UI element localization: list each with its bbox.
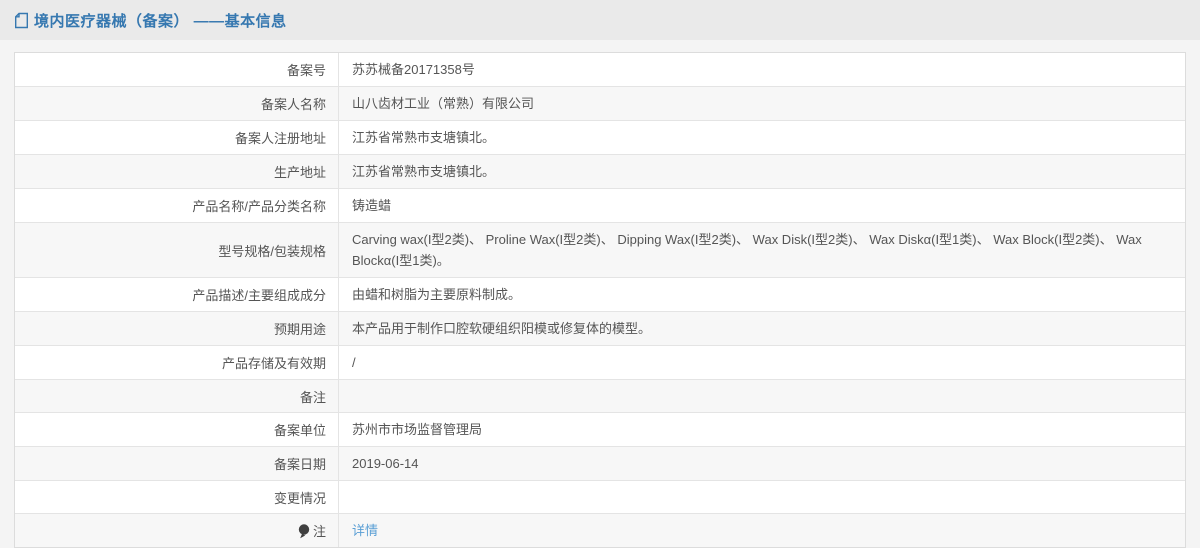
- row-label: 型号规格/包装规格: [15, 223, 339, 277]
- row-value-text: 本产品用于制作口腔软硬组织阳模或修复体的模型。: [352, 321, 652, 336]
- document-icon: [15, 12, 28, 28]
- row-value: 本产品用于制作口腔软硬组织阳模或修复体的模型。: [339, 312, 1185, 345]
- row-label-text: 备注: [299, 389, 326, 405]
- row-value-text: 江苏省常熟市支塘镇北。: [352, 164, 496, 179]
- row-value-text: Carving wax(I型2类)、 Proline Wax(I型2类)、 Di…: [352, 232, 1142, 268]
- row-label-text: 变更情况: [273, 490, 326, 506]
- row-label-text: 备案单位: [273, 423, 326, 438]
- row-label: 预期用途: [15, 312, 339, 345]
- row-value: Carving wax(I型2类)、 Proline Wax(I型2类)、 Di…: [339, 223, 1185, 277]
- table-row: 备案号 苏苏械备20171358号: [15, 53, 1185, 87]
- row-label-text: 型号规格/包装规格: [218, 243, 326, 259]
- row-label: 备案人注册地址: [15, 121, 339, 154]
- row-label: 备案人名称: [15, 87, 339, 120]
- table-row: 备注: [15, 380, 1185, 413]
- row-value: 由蜡和树脂为主要原料制成。: [339, 278, 1185, 311]
- table-row: 变更情况: [15, 481, 1185, 514]
- row-value: 铸造蜡: [339, 189, 1185, 222]
- row-label-text: 产品存储及有效期: [221, 356, 326, 371]
- row-value-text: 山八齿材工业（常熟）有限公司: [352, 96, 535, 111]
- row-value-text: 江苏省常熟市支塘镇北。: [352, 130, 496, 145]
- page-title: 境内医疗器械（备案） ——基本信息: [34, 12, 287, 30]
- row-value: 详情: [339, 514, 1185, 547]
- row-label: 备案单位: [15, 413, 339, 446]
- table-row: 产品描述/主要组成成分 由蜡和树脂为主要原料制成。: [15, 278, 1185, 312]
- row-label: 产品名称/产品分类名称: [15, 189, 339, 222]
- row-label: 产品存储及有效期: [15, 346, 339, 379]
- row-label: 变更情况: [15, 481, 339, 513]
- row-value-text: 苏苏械备20171358号: [352, 62, 475, 77]
- row-label: 备注: [15, 380, 339, 412]
- row-label-text: 备案人注册地址: [234, 131, 326, 146]
- table-row: 注 详情: [15, 514, 1185, 547]
- table-row: 备案人名称 山八齿材工业（常熟）有限公司: [15, 87, 1185, 121]
- row-value: 山八齿材工业（常熟）有限公司: [339, 87, 1185, 120]
- row-label: 备案日期: [15, 447, 339, 480]
- row-label-text: 产品名称/产品分类名称: [192, 199, 326, 214]
- table-row: 产品名称/产品分类名称 铸造蜡: [15, 189, 1185, 223]
- row-label-text: 预期用途: [273, 322, 326, 337]
- row-value: 江苏省常熟市支塘镇北。: [339, 121, 1185, 154]
- row-value-text: 2019-06-14: [352, 456, 419, 471]
- table-row: 备案单位 苏州市市场监督管理局: [15, 413, 1185, 447]
- row-value: 苏苏械备20171358号: [339, 53, 1185, 86]
- row-label: 注: [15, 514, 339, 547]
- row-value-text: 铸造蜡: [352, 198, 392, 213]
- row-value: 2019-06-14: [339, 447, 1185, 480]
- row-label-text: 注: [312, 524, 326, 539]
- row-label: 产品描述/主要组成成分: [15, 278, 339, 311]
- row-value: /: [339, 346, 1185, 379]
- details-link[interactable]: 详情: [352, 520, 378, 541]
- page-header: 境内医疗器械（备案） ——基本信息: [0, 0, 1200, 40]
- row-label: 生产地址: [15, 155, 339, 188]
- table-row: 备案人注册地址 江苏省常熟市支塘镇北。: [15, 121, 1185, 155]
- row-value: 苏州市市场监督管理局: [339, 413, 1185, 446]
- row-label-text: 备案号: [286, 63, 326, 78]
- row-value-text: 苏州市市场监督管理局: [352, 422, 483, 437]
- row-label-text: 产品描述/主要组成成分: [192, 288, 326, 303]
- table-row: 型号规格/包装规格 Carving wax(I型2类)、 Proline Wax(…: [15, 223, 1185, 278]
- table-row: 备案日期 2019-06-14: [15, 447, 1185, 481]
- row-label-text: 备案日期: [273, 457, 326, 472]
- row-label-text: 生产地址: [273, 165, 326, 180]
- row-label: 备案号: [15, 53, 339, 86]
- row-value-text: /: [352, 355, 356, 370]
- row-label-text: 备案人名称: [260, 97, 326, 112]
- info-table: 备案号 苏苏械备20171358号备案人名称 山八齿材工业（常熟）有限公司备案人注册…: [14, 52, 1186, 548]
- table-row: 预期用途 本产品用于制作口腔软硬组织阳模或修复体的模型。: [15, 312, 1185, 346]
- row-value-text: 由蜡和树脂为主要原料制成。: [352, 287, 522, 302]
- row-value: [339, 481, 1185, 513]
- balloon-note-icon: [298, 524, 310, 539]
- table-row: 生产地址 江苏省常熟市支塘镇北。: [15, 155, 1185, 189]
- table-row: 产品存储及有效期 /: [15, 346, 1185, 380]
- row-value: 江苏省常熟市支塘镇北。: [339, 155, 1185, 188]
- row-value: [339, 380, 1185, 412]
